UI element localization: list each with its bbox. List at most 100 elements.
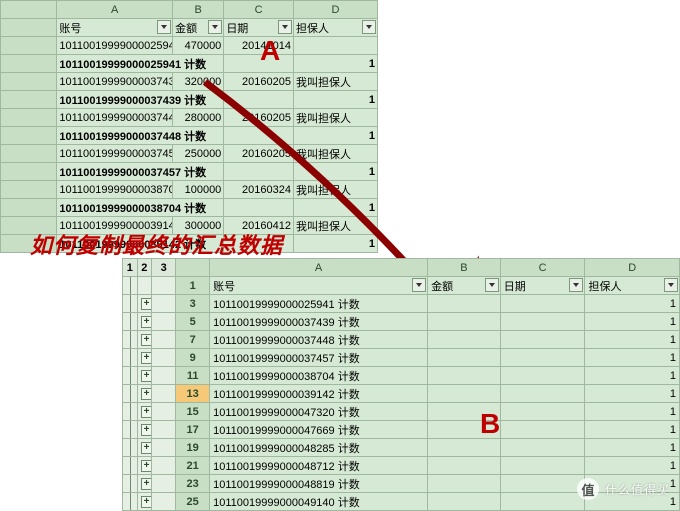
filter-icon[interactable]: [208, 20, 222, 34]
cell-guarantor[interactable]: 我叫担保人: [293, 145, 377, 163]
header-guarantor[interactable]: 担保人: [585, 277, 680, 295]
row-header[interactable]: 21: [176, 457, 210, 475]
header-date[interactable]: 日期: [224, 19, 294, 37]
outline-expand[interactable]: +: [137, 385, 152, 403]
cell-account-count[interactable]: 10110019999000037448 计数: [57, 127, 224, 145]
outline-expand[interactable]: +: [137, 349, 152, 367]
cell-account-count[interactable]: 10110019999000025941 计数: [210, 295, 428, 313]
row-header[interactable]: 19: [176, 439, 210, 457]
row-header[interactable]: 15: [176, 403, 210, 421]
row-header[interactable]: [1, 37, 57, 55]
cell-count[interactable]: 1: [585, 457, 680, 475]
cell-count[interactable]: 1: [293, 199, 377, 217]
col-header-c[interactable]: C: [500, 259, 585, 277]
cell-account-count[interactable]: 10110019999000047320 计数: [210, 403, 428, 421]
outline-expand[interactable]: +: [137, 457, 152, 475]
header-amount[interactable]: 金额: [428, 277, 501, 295]
plus-icon[interactable]: +: [141, 478, 152, 490]
cell-account[interactable]: 10110019999000038704: [57, 181, 173, 199]
row-header[interactable]: [1, 181, 57, 199]
corner-cell[interactable]: [1, 1, 57, 19]
row-header[interactable]: 3: [176, 295, 210, 313]
cell-account-count[interactable]: 10110019999000039142 计数: [210, 385, 428, 403]
cell[interactable]: [500, 493, 585, 511]
row-header[interactable]: [1, 127, 57, 145]
plus-icon[interactable]: +: [141, 370, 152, 382]
cell-account-count[interactable]: 10110019999000037439 计数: [57, 91, 224, 109]
cell[interactable]: [428, 475, 501, 493]
cell-account[interactable]: 10110019999000037457: [57, 145, 173, 163]
row-header[interactable]: [1, 55, 57, 73]
cell-account-count[interactable]: 10110019999000048712 计数: [210, 457, 428, 475]
header-account[interactable]: 账号: [57, 19, 173, 37]
cell-count[interactable]: 1: [585, 385, 680, 403]
plus-icon[interactable]: +: [141, 424, 152, 436]
cell-account-count[interactable]: 10110019999000038704 计数: [57, 199, 224, 217]
col-header-a[interactable]: A: [210, 259, 428, 277]
row-header[interactable]: 7: [176, 331, 210, 349]
outline-level-1[interactable]: 1: [123, 259, 138, 277]
row-header[interactable]: [1, 199, 57, 217]
cell-account[interactable]: 10110019999000037448: [57, 109, 173, 127]
cell-account-count[interactable]: 10110019999000038704 计数: [210, 367, 428, 385]
cell[interactable]: [224, 91, 294, 109]
row-header[interactable]: 9: [176, 349, 210, 367]
row-header[interactable]: [1, 73, 57, 91]
cell-date[interactable]: 20160324: [224, 181, 294, 199]
cell[interactable]: [224, 127, 294, 145]
cell[interactable]: [500, 385, 585, 403]
outline-expand[interactable]: +: [137, 367, 152, 385]
row-header[interactable]: 17: [176, 421, 210, 439]
header-amount[interactable]: 金额: [173, 19, 224, 37]
cell[interactable]: [428, 457, 501, 475]
row-header[interactable]: 11: [176, 367, 210, 385]
cell[interactable]: [428, 385, 501, 403]
cell-count[interactable]: 1: [585, 421, 680, 439]
col-header-c[interactable]: C: [224, 1, 294, 19]
cell[interactable]: [500, 439, 585, 457]
cell[interactable]: [500, 421, 585, 439]
cell-count[interactable]: 1: [293, 127, 377, 145]
cell[interactable]: [428, 367, 501, 385]
row-header[interactable]: 25: [176, 493, 210, 511]
outline-level-3[interactable]: 3: [152, 259, 176, 277]
cell-amount[interactable]: 280000: [173, 109, 224, 127]
cell-count[interactable]: 1: [293, 163, 377, 181]
cell-account[interactable]: 10110019999000025941: [57, 37, 173, 55]
cell-account-count[interactable]: 10110019999000048819 计数: [210, 475, 428, 493]
cell-count[interactable]: 1: [585, 313, 680, 331]
cell[interactable]: [224, 55, 294, 73]
col-header-d[interactable]: D: [585, 259, 680, 277]
cell-amount[interactable]: 250000: [173, 145, 224, 163]
cell-date[interactable]: 20141014: [224, 37, 294, 55]
row-header[interactable]: 23: [176, 475, 210, 493]
cell[interactable]: [500, 367, 585, 385]
cell[interactable]: [500, 475, 585, 493]
cell-guarantor[interactable]: 我叫担保人: [293, 73, 377, 91]
outline-expand[interactable]: +: [137, 475, 152, 493]
col-header-b[interactable]: B: [173, 1, 224, 19]
row-header[interactable]: 13: [176, 385, 210, 403]
outline-expand[interactable]: +: [137, 295, 152, 313]
cell-account-count[interactable]: 10110019999000047669 计数: [210, 421, 428, 439]
cell[interactable]: [500, 457, 585, 475]
cell[interactable]: [500, 295, 585, 313]
cell-date[interactable]: 20160205: [224, 109, 294, 127]
cell-account-count[interactable]: 10110019999000048285 计数: [210, 439, 428, 457]
cell[interactable]: [428, 349, 501, 367]
plus-icon[interactable]: +: [141, 334, 152, 346]
corner-cell[interactable]: [176, 259, 210, 277]
cell-account-count[interactable]: 10110019999000025941 计数: [57, 55, 224, 73]
cell[interactable]: [428, 295, 501, 313]
plus-icon[interactable]: +: [141, 316, 152, 328]
col-header-b[interactable]: B: [428, 259, 501, 277]
cell-count[interactable]: 1: [585, 367, 680, 385]
cell-count[interactable]: 1: [585, 295, 680, 313]
spreadsheet-b[interactable]: 1 2 3 A B C D 1 账号 金额 日期 担保人 + 3 1011001…: [122, 258, 680, 511]
outline-expand[interactable]: +: [137, 439, 152, 457]
outline-expand[interactable]: +: [137, 493, 152, 511]
cell-guarantor[interactable]: 我叫担保人: [293, 181, 377, 199]
plus-icon[interactable]: +: [141, 442, 152, 454]
cell-count[interactable]: 1: [585, 403, 680, 421]
cell-account-count[interactable]: 10110019999000037448 计数: [210, 331, 428, 349]
